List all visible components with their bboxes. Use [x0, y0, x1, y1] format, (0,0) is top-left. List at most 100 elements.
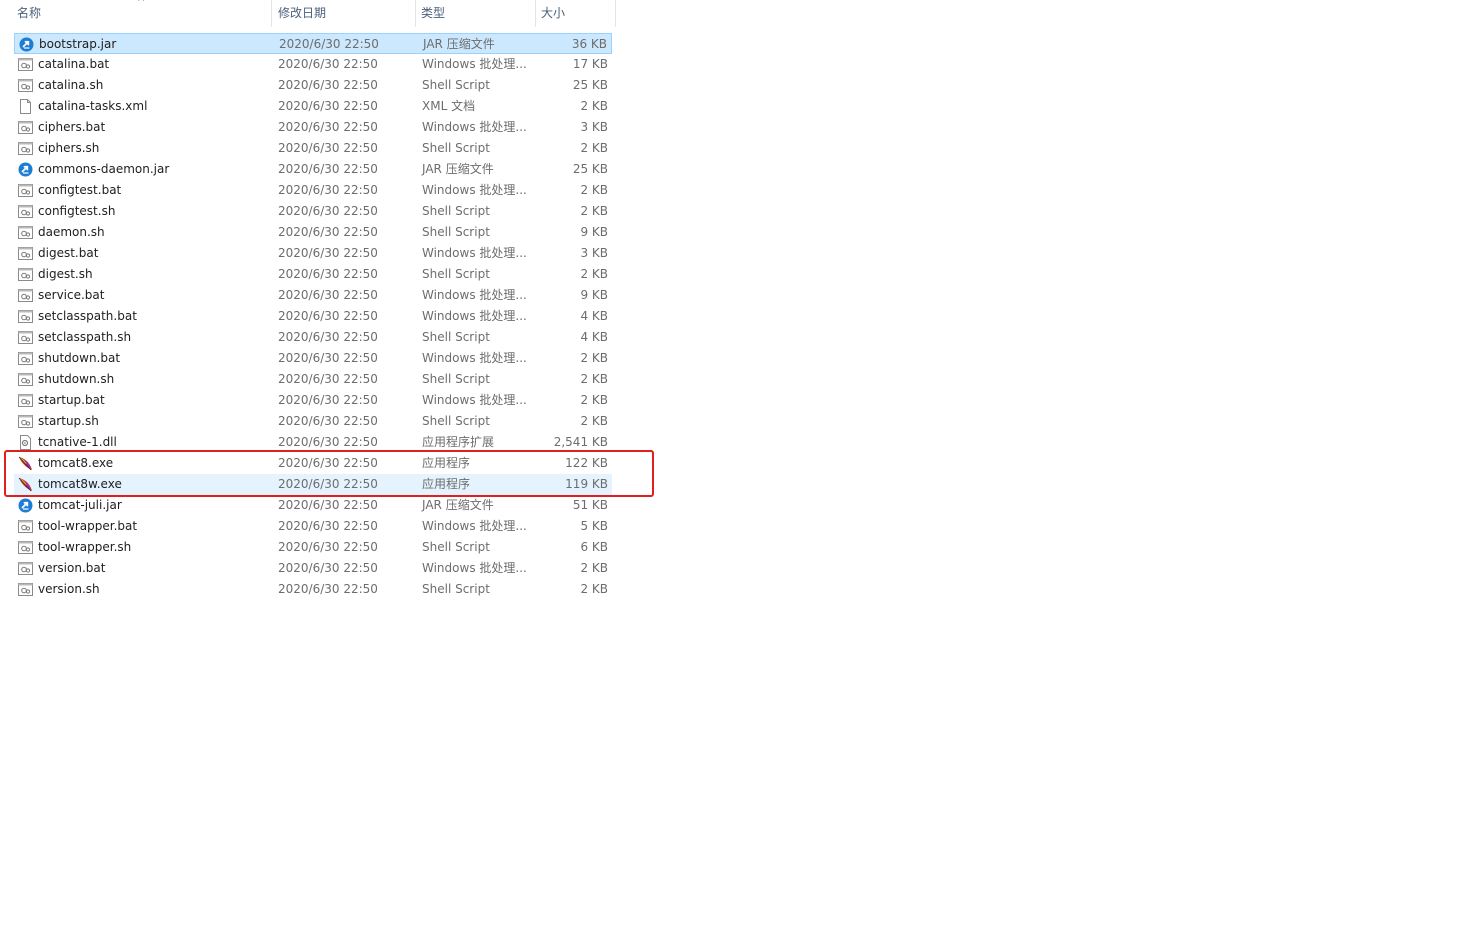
- file-name: catalina-tasks.xml: [38, 99, 148, 113]
- script-icon: [18, 225, 33, 240]
- file-name: ciphers.sh: [38, 141, 100, 155]
- column-divider[interactable]: [271, 0, 272, 27]
- column-header-name[interactable]: 名称: [17, 0, 41, 27]
- file-modified-date: 2020/6/30 22:50: [278, 582, 378, 596]
- script-icon: [18, 78, 33, 93]
- file-row[interactable]: setclasspath.bat 2020/6/30 22:50 Windows 批…: [14, 306, 612, 327]
- file-size: 2 KB: [580, 141, 608, 155]
- file-modified-date: 2020/6/30 22:50: [279, 37, 379, 51]
- file-row[interactable]: daemon.sh 2020/6/30 22:50 Shell Script 9 KB: [14, 222, 612, 243]
- column-divider[interactable]: [615, 0, 616, 27]
- file-modified-date: 2020/6/30 22:50: [278, 519, 378, 533]
- document-icon: [18, 99, 33, 114]
- file-row[interactable]: tool-wrapper.bat 2020/6/30 22:50 Windows 批…: [14, 516, 612, 537]
- file-name: configtest.sh: [38, 204, 116, 218]
- file-row[interactable]: shutdown.sh 2020/6/30 22:50 Shell Script 2 …: [14, 369, 612, 390]
- file-size: 2 KB: [580, 99, 608, 113]
- file-row[interactable]: bootstrap.jar 2020/6/30 22:50 JAR 压缩文件 36 K…: [14, 33, 612, 54]
- file-row[interactable]: version.sh 2020/6/30 22:50 Shell Script 2 K…: [14, 579, 612, 600]
- file-row[interactable]: configtest.bat 2020/6/30 22:50 Windows 批处理…: [14, 180, 612, 201]
- file-row[interactable]: catalina-tasks.xml 2020/6/30 22:50 XML 文档 2…: [14, 96, 612, 117]
- file-type: JAR 压缩文件: [422, 162, 494, 176]
- file-name: catalina.sh: [38, 78, 104, 92]
- file-type: Windows 批处理...: [422, 393, 527, 407]
- file-name: daemon.sh: [38, 225, 105, 239]
- script-icon: [18, 309, 33, 324]
- column-header-size[interactable]: 大小: [541, 0, 565, 27]
- script-icon: [18, 246, 33, 261]
- file-row[interactable]: catalina.bat 2020/6/30 22:50 Windows 批处理..…: [14, 54, 612, 75]
- file-row[interactable]: setclasspath.sh 2020/6/30 22:50 Shell Scri…: [14, 327, 612, 348]
- file-name: tomcat-juli.jar: [38, 498, 122, 512]
- file-row[interactable]: startup.bat 2020/6/30 22:50 Windows 批处理...…: [14, 390, 612, 411]
- file-size: 2 KB: [580, 204, 608, 218]
- file-row[interactable]: ciphers.bat 2020/6/30 22:50 Windows 批处理...…: [14, 117, 612, 138]
- file-type: Windows 批处理...: [422, 183, 527, 197]
- file-type: Windows 批处理...: [422, 561, 527, 575]
- file-type: Shell Script: [422, 540, 490, 554]
- column-divider[interactable]: [535, 0, 536, 27]
- file-row[interactable]: version.bat 2020/6/30 22:50 Windows 批处理...…: [14, 558, 612, 579]
- file-size: 2 KB: [580, 582, 608, 596]
- file-name: digest.sh: [38, 267, 93, 281]
- script-icon: [18, 204, 33, 219]
- file-row[interactable]: digest.sh 2020/6/30 22:50 Shell Script 2 KB: [14, 264, 612, 285]
- file-row[interactable]: service.bat 2020/6/30 22:50 Windows 批处理...…: [14, 285, 612, 306]
- file-type: Shell Script: [422, 582, 490, 596]
- sort-ascending-icon: ^: [137, 0, 146, 8]
- script-icon: [18, 141, 33, 156]
- file-modified-date: 2020/6/30 22:50: [278, 351, 378, 365]
- column-divider[interactable]: [415, 0, 416, 27]
- file-size: 6 KB: [580, 540, 608, 554]
- file-modified-date: 2020/6/30 22:50: [278, 120, 378, 134]
- file-type: Windows 批处理...: [422, 246, 527, 260]
- file-row[interactable]: configtest.sh 2020/6/30 22:50 Shell Script…: [14, 201, 612, 222]
- file-modified-date: 2020/6/30 22:50: [278, 267, 378, 281]
- file-row[interactable]: startup.sh 2020/6/30 22:50 Shell Script 2 K…: [14, 411, 612, 432]
- file-type: Windows 批处理...: [422, 351, 527, 365]
- file-type: JAR 压缩文件: [423, 37, 495, 51]
- column-header-type[interactable]: 类型: [421, 0, 445, 27]
- file-type: Shell Script: [422, 204, 490, 218]
- file-row[interactable]: digest.bat 2020/6/30 22:50 Windows 批处理... 3…: [14, 243, 612, 264]
- file-modified-date: 2020/6/30 22:50: [278, 225, 378, 239]
- file-type: Shell Script: [422, 414, 490, 428]
- file-modified-date: 2020/6/30 22:50: [278, 498, 378, 512]
- jar-icon: [19, 37, 34, 52]
- file-type: Windows 批处理...: [422, 288, 527, 302]
- script-icon: [18, 330, 33, 345]
- file-row[interactable]: shutdown.bat 2020/6/30 22:50 Windows 批处理..…: [14, 348, 612, 369]
- file-type: Shell Script: [422, 267, 490, 281]
- file-row[interactable]: tomcat-juli.jar 2020/6/30 22:50 JAR 压缩文件 51…: [14, 495, 612, 516]
- file-name: setclasspath.bat: [38, 309, 137, 323]
- column-header-bar: 名称 ^ 修改日期 类型 大小: [0, 0, 616, 27]
- file-row[interactable]: commons-daemon.jar 2020/6/30 22:50 JAR 压缩文…: [14, 159, 612, 180]
- file-name: ciphers.bat: [38, 120, 106, 134]
- script-icon: [18, 582, 33, 597]
- file-size: 2 KB: [580, 267, 608, 281]
- script-icon: [18, 372, 33, 387]
- file-name: startup.sh: [38, 414, 99, 428]
- column-header-date[interactable]: 修改日期: [278, 0, 326, 27]
- file-modified-date: 2020/6/30 22:50: [278, 540, 378, 554]
- file-name: version.bat: [38, 561, 106, 575]
- file-type: Shell Script: [422, 330, 490, 344]
- file-name: service.bat: [38, 288, 105, 302]
- jar-icon: [18, 162, 33, 177]
- file-name: tool-wrapper.bat: [38, 519, 138, 533]
- file-type: Shell Script: [422, 225, 490, 239]
- file-modified-date: 2020/6/30 22:50: [278, 141, 378, 155]
- script-icon: [18, 351, 33, 366]
- file-row[interactable]: tool-wrapper.sh 2020/6/30 22:50 Shell Scri…: [14, 537, 612, 558]
- file-modified-date: 2020/6/30 22:50: [278, 246, 378, 260]
- file-modified-date: 2020/6/30 22:50: [278, 204, 378, 218]
- file-size: 17 KB: [572, 57, 608, 71]
- file-row[interactable]: catalina.sh 2020/6/30 22:50 Shell Script 25…: [14, 75, 612, 96]
- file-row[interactable]: ciphers.sh 2020/6/30 22:50 Shell Script 2 K…: [14, 138, 612, 159]
- file-size: 51 KB: [572, 498, 608, 512]
- file-size: 5 KB: [580, 519, 608, 533]
- file-modified-date: 2020/6/30 22:50: [278, 183, 378, 197]
- file-modified-date: 2020/6/30 22:50: [278, 393, 378, 407]
- file-size: 36 KB: [571, 37, 607, 51]
- file-modified-date: 2020/6/30 22:50: [278, 561, 378, 575]
